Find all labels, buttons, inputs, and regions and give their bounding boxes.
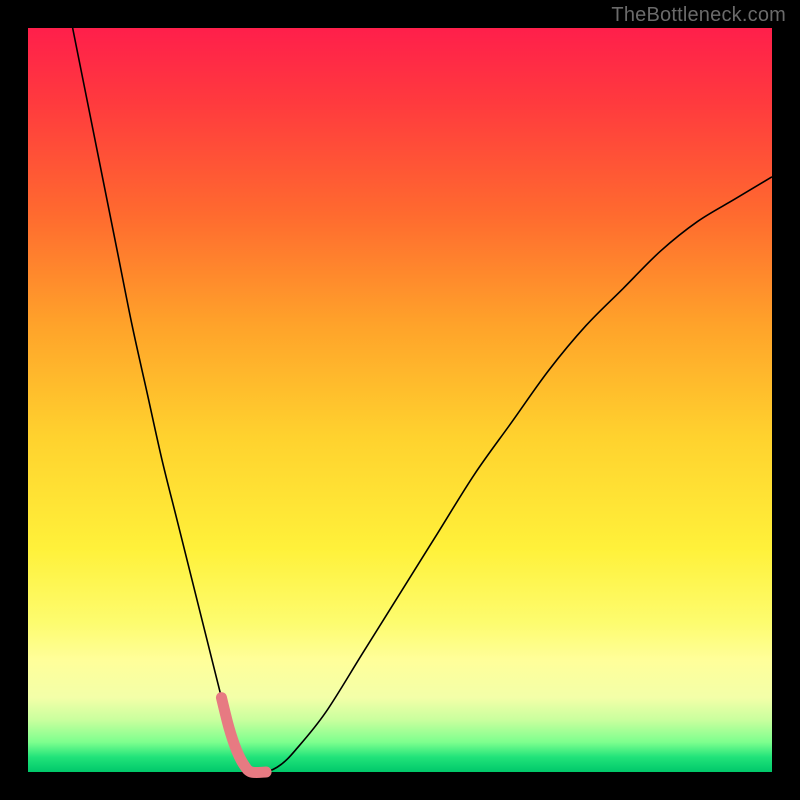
watermark-text: TheBottleneck.com (611, 4, 786, 27)
bottleneck-curve-path (73, 28, 772, 773)
chart-plot-area (28, 28, 772, 772)
bottleneck-curve-highlight (221, 698, 266, 773)
bottleneck-curve-svg (28, 28, 772, 772)
